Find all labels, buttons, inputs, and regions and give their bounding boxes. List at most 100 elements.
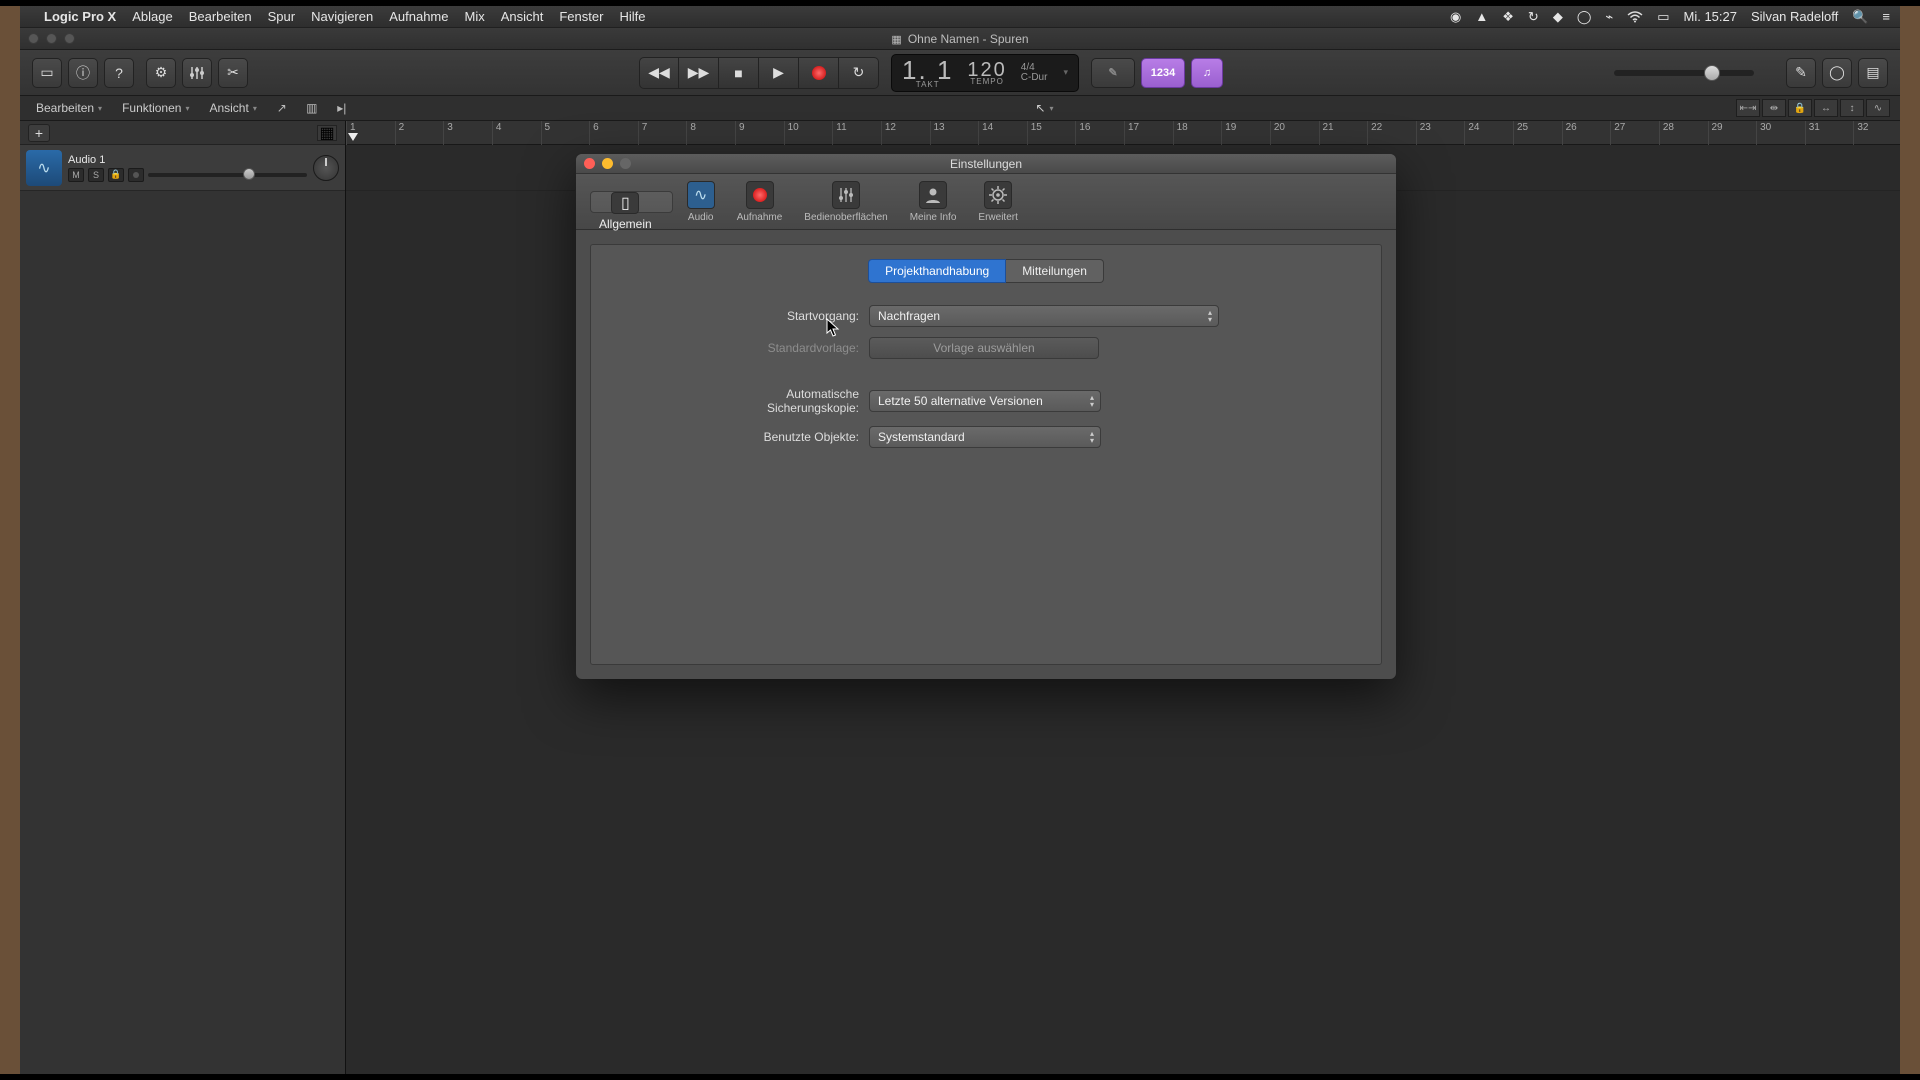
- help-button[interactable]: ?: [104, 58, 134, 88]
- used-objects-select[interactable]: Systemstandard▴▾: [869, 426, 1101, 448]
- subtab-notifications[interactable]: Mitteilungen: [1006, 259, 1104, 283]
- menubar-clock[interactable]: Mi. 15:27: [1684, 9, 1737, 24]
- editors-button[interactable]: ✂: [218, 58, 248, 88]
- status-wifi-icon[interactable]: [1627, 11, 1643, 23]
- status-sync-icon[interactable]: ↻: [1528, 9, 1539, 25]
- inspector-button[interactable]: ⓘ: [68, 58, 98, 88]
- waveform-zoom-button[interactable]: ∿: [1866, 99, 1890, 117]
- track-record-enable-button[interactable]: [128, 168, 144, 182]
- menu-navigate[interactable]: Navigieren: [311, 9, 373, 24]
- global-tracks-button[interactable]: ▦: [317, 125, 337, 141]
- menu-file[interactable]: Ablage: [132, 9, 172, 24]
- zoom-v-button[interactable]: ↕: [1840, 99, 1864, 117]
- prefs-titlebar[interactable]: Einstellungen: [576, 154, 1396, 174]
- edit-menu[interactable]: Bearbeiten▾: [30, 99, 108, 117]
- macos-menubar: Logic Pro X Ablage Bearbeiten Spur Navig…: [20, 6, 1900, 28]
- ruler-tick: 8: [686, 121, 696, 145]
- prefs-tab-surfaces[interactable]: Bedienoberflächen: [796, 178, 895, 226]
- automation-button[interactable]: ↗: [271, 99, 293, 117]
- ruler-tick: 12: [881, 121, 896, 145]
- zoom-h-button[interactable]: ↔: [1814, 99, 1838, 117]
- app-menu[interactable]: Logic Pro X: [44, 9, 116, 24]
- prefs-tab-general[interactable]: ▯Allgemein: [590, 191, 673, 213]
- stop-button[interactable]: ■: [719, 57, 759, 89]
- menu-mix[interactable]: Mix: [465, 9, 485, 24]
- tool-menu[interactable]: ↖ ▾: [1029, 99, 1059, 117]
- ruler-tick: 4: [492, 121, 502, 145]
- menu-window[interactable]: Fenster: [559, 9, 603, 24]
- menu-view[interactable]: Ansicht: [501, 9, 544, 24]
- track-mute-button[interactable]: M: [68, 168, 84, 182]
- menu-edit[interactable]: Bearbeiten: [189, 9, 252, 24]
- status-bluetooth-icon[interactable]: ⌁: [1605, 9, 1613, 25]
- menu-extras-icon[interactable]: ≡: [1882, 9, 1890, 24]
- menu-help[interactable]: Hilfe: [619, 9, 645, 24]
- subtab-project-handling[interactable]: Projekthandhabung: [868, 259, 1006, 283]
- spotlight-icon[interactable]: 🔍: [1852, 9, 1868, 25]
- smart-controls-button[interactable]: ⚙: [146, 58, 176, 88]
- browser-button[interactable]: ▤: [1858, 58, 1888, 88]
- status-dropbox-icon[interactable]: ❖: [1502, 9, 1514, 25]
- functions-menu[interactable]: Funktionen▾: [116, 99, 195, 117]
- timeline-ruler[interactable]: 1234567891011121314151617181920212223242…: [346, 121, 1900, 145]
- ruler-tick: 1: [346, 121, 356, 145]
- library-button[interactable]: ▭: [32, 58, 62, 88]
- ruler-tick: 14: [978, 121, 993, 145]
- rewind-button[interactable]: ◀◀: [639, 57, 679, 89]
- play-button[interactable]: ▶: [759, 57, 799, 89]
- prefs-tab-record[interactable]: Aufnahme: [729, 178, 791, 226]
- count-in-button[interactable]: 1234: [1141, 58, 1185, 88]
- ruler-tick: 7: [638, 121, 648, 145]
- lcd-display[interactable]: 1. 1TAKT 120TEMPO 4/4C-Dur ▾: [891, 54, 1079, 92]
- lcd-signature: 4/4: [1021, 63, 1035, 73]
- ruler-tick: 30: [1756, 121, 1771, 145]
- catch-button[interactable]: ▸|: [331, 99, 353, 117]
- flex-button[interactable]: ▥: [301, 99, 323, 117]
- menubar-user[interactable]: Silvan Radeloff: [1751, 9, 1838, 24]
- prefs-tab-myinfo[interactable]: Meine Info: [902, 178, 965, 226]
- startup-select[interactable]: Nachfragen▴▾: [869, 305, 1219, 327]
- cycle-button[interactable]: ↻: [839, 57, 879, 89]
- prefs-title: Einstellungen: [950, 157, 1022, 171]
- status-cloud-icon[interactable]: ▲: [1475, 9, 1488, 24]
- status-circle-icon[interactable]: ◯: [1577, 9, 1592, 25]
- menu-track[interactable]: Spur: [268, 9, 295, 24]
- track-pan-knob[interactable]: [313, 155, 339, 181]
- ruler-tick: 15: [1027, 121, 1042, 145]
- lcd-key: C-Dur: [1021, 73, 1048, 83]
- notepad-button[interactable]: ✎: [1786, 58, 1816, 88]
- track-volume-slider[interactable]: [148, 173, 307, 177]
- lcd-menu-chevron-icon[interactable]: ▾: [1063, 67, 1068, 78]
- ruler-tick: 22: [1367, 121, 1382, 145]
- prefs-traffic-lights[interactable]: [584, 158, 631, 169]
- ruler-tick: 20: [1270, 121, 1285, 145]
- ruler-tick: 27: [1610, 121, 1625, 145]
- record-button[interactable]: [799, 57, 839, 89]
- add-track-button[interactable]: +: [28, 124, 50, 142]
- template-choose-button[interactable]: Vorlage auswählen: [869, 337, 1099, 359]
- ruler-tick: 29: [1708, 121, 1723, 145]
- track-lock-button[interactable]: 🔒: [108, 168, 124, 182]
- backup-select[interactable]: Letzte 50 alternative Versionen▴▾: [869, 390, 1101, 412]
- prefs-tab-advanced[interactable]: Erweitert: [970, 178, 1025, 226]
- status-diamond-icon[interactable]: ◆: [1553, 9, 1563, 25]
- view-menu[interactable]: Ansicht▾: [203, 99, 262, 117]
- track-row[interactable]: ∿ Audio 1 M S 🔒: [20, 145, 345, 191]
- alignment-button[interactable]: ⇹: [1762, 99, 1786, 117]
- mixer-button[interactable]: [182, 58, 212, 88]
- ruler-tick: 10: [784, 121, 799, 145]
- master-volume-slider[interactable]: [1614, 70, 1754, 76]
- status-record-icon[interactable]: ◉: [1450, 9, 1461, 25]
- window-traffic-lights[interactable]: [28, 33, 75, 44]
- metronome-button[interactable]: ✎: [1091, 58, 1135, 88]
- track-solo-button[interactable]: S: [88, 168, 104, 182]
- tuner-button[interactable]: ♫: [1191, 58, 1223, 88]
- lock-button[interactable]: 🔒: [1788, 99, 1812, 117]
- forward-button[interactable]: ▶▶: [679, 57, 719, 89]
- main-toolbar: ▭ ⓘ ? ⚙ ✂ ◀◀ ▶▶ ■ ▶ ↻ 1. 1TAKT 120TEMPO: [20, 50, 1900, 96]
- snap-button[interactable]: ⇤⇥: [1736, 99, 1760, 117]
- status-display-icon[interactable]: ▭: [1657, 9, 1669, 25]
- loops-button[interactable]: ◯: [1822, 58, 1852, 88]
- prefs-tab-audio[interactable]: ∿Audio: [679, 178, 723, 226]
- menu-record[interactable]: Aufnahme: [389, 9, 448, 24]
